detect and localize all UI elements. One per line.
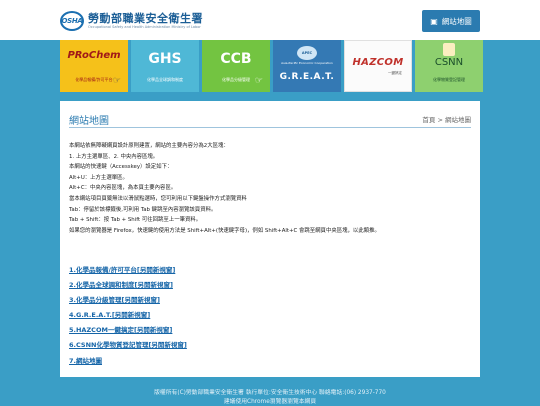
info-line: Alt+C：中央內容區塊，為本頁主要內容區。 <box>69 185 177 192</box>
sitemap-icon: ▣ <box>430 16 438 26</box>
info-line: Alt+U：上方主選單區。 <box>69 174 128 181</box>
info-line: 1. 上方主選單區、2. 中央內容區塊。 <box>69 153 159 160</box>
sitemap-link-ccb[interactable]: 3.化學品分級管理[另開新視窗] <box>69 293 187 308</box>
sitemap-link-sitemap[interactable]: 7.網站地圖 <box>69 354 187 369</box>
banner-csnn[interactable]: CSNN 化學物質登記管理 <box>415 40 483 92</box>
footer-copyright: 版權所有(C)勞動部職業安全衛生署 執行單位:安全衛生技術中心 聯絡電話:(06… <box>154 390 386 396</box>
info-line: Tab + Shift：按 Tab + Shift 可往回跳至上一筆資料。 <box>69 217 202 224</box>
info-line: 如果您的瀏覽器是 Firefox，快速鍵的使用方法是 Shift+Alt+(快速… <box>69 227 380 234</box>
breadcrumb[interactable]: 首頁 > 網站地圖 <box>422 114 471 124</box>
site-logo[interactable]: OSHA 勞動部職業安全衛生署 Occupational Safety and … <box>60 8 203 34</box>
footer: 版權所有(C)勞動部職業安全衛生署 執行單位:安全衛生技術中心 聯絡電話:(06… <box>0 389 540 405</box>
banner-ccb[interactable]: CCB 化學品分級管理 ☞ <box>202 40 270 92</box>
banner-hazcom[interactable]: HAZCOM 一鍵搞定 <box>344 40 412 92</box>
osha-logo-mark: OSHA <box>60 11 84 31</box>
info-line: 本網站的快速鍵（Accesskey）設定如下： <box>69 164 173 171</box>
banner-ccb-title: CCB <box>220 51 252 67</box>
top-bar: OSHA 勞動部職業安全衛生署 Occupational Safety and … <box>0 0 540 40</box>
sitemap-button[interactable]: ▣ 網站地圖 <box>422 10 480 32</box>
flask-icon <box>443 43 455 56</box>
banner-hazcom-caption: 一鍵搞定 <box>388 71 402 75</box>
banner-csnn-caption: 化學物質登記管理 <box>433 77 465 82</box>
sitemap-link-hazcom[interactable]: 5.HAZCOM一鍵搞定[另開新視窗] <box>69 323 187 338</box>
info-line: Tab：停留於該標籤後,可利用 Tab 鍵跳至內容瀏覽該頁資料。 <box>69 206 217 213</box>
sitemap-link-prochem[interactable]: 1.化學品報備/許可平台[另開新視窗] <box>69 263 187 278</box>
info-line: 當本網站項目頁籤無法以滑鼠點選時，您可利用以下鍵盤操作方式瀏覽資料 <box>69 195 247 202</box>
banner-csnn-title: CSNN <box>434 57 464 68</box>
pointer-hand-icon: ☞ <box>112 76 121 86</box>
banner-great-title: G.R.E.A.T. <box>279 72 335 82</box>
content-panel: 網站地圖 首頁 > 網站地圖 本網站依無障礙網頁設計原則建置，網站的主要內容分為… <box>60 101 480 377</box>
info-line: 本網站依無障礙網頁設計原則建置，網站的主要內容分為2大區塊： <box>69 143 229 149</box>
banner-great-subtitle: Asia-Pacific Economic Cooperation <box>281 61 333 65</box>
pointer-hand-icon: ☞ <box>254 76 263 86</box>
banner-ghs-title: GHS <box>148 51 182 67</box>
title-divider <box>69 127 471 128</box>
logo-subtitle: Occupational Safety and Health Administr… <box>88 25 201 29</box>
page-title: 網站地圖 <box>69 116 109 127</box>
banner-ghs[interactable]: GHS 化學品全球調和制度 <box>131 40 199 92</box>
sitemap-link-ghs[interactable]: 2.化學品全球調和制度[另開新視窗] <box>69 278 187 293</box>
banner-great[interactable]: APEC Asia-Pacific Economic Cooperation G… <box>273 40 341 92</box>
sitemap-link-csnn[interactable]: 6.CSNN化學物質登記管理[另開新視窗] <box>69 338 187 353</box>
sitemap-link-great[interactable]: 4.G.R.E.A.T.[另開新視窗] <box>69 308 187 323</box>
sitemap-button-label: 網站地圖 <box>441 16 472 26</box>
banner-hazcom-title: HAZCOM <box>352 57 404 68</box>
banner-prochem-title: PRoChem <box>67 50 121 61</box>
logo-text: 勞動部職業安全衛生署 Occupational Safety and Healt… <box>88 12 203 30</box>
banner-ghs-caption: 化學品全球調和制度 <box>147 77 183 82</box>
accessibility-info: 本網站依無障礙網頁設計原則建置，網站的主要內容分為2大區塊： 1. 上方主選單區… <box>69 141 471 236</box>
banner-prochem[interactable]: PRoChem 化學品報備/許可平台 ☞ <box>60 40 128 92</box>
banner-row: PRoChem 化學品報備/許可平台 ☞ GHS 化學品全球調和制度 CCB 化… <box>60 40 483 92</box>
sitemap-links: 1.化學品報備/許可平台[另開新視窗] 2.化學品全球調和制度[另開新視窗] 3… <box>69 263 187 369</box>
logo-title: 勞動部職業安全衛生署 <box>88 12 203 25</box>
apec-logo: APEC <box>297 46 317 60</box>
